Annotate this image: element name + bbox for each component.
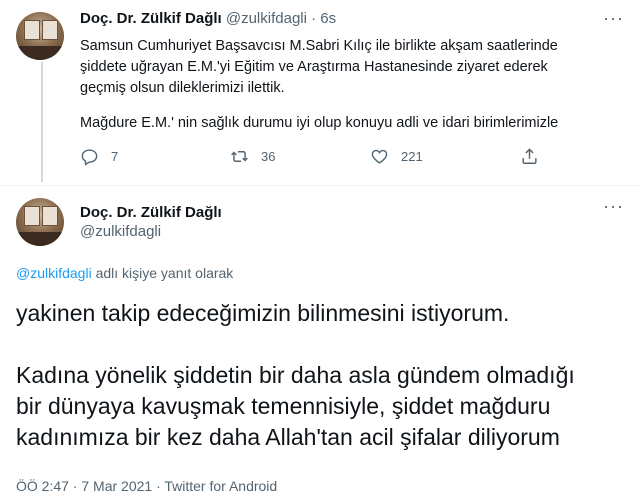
retweet-count: 36 xyxy=(261,149,276,164)
avatar-photo-detail xyxy=(24,206,40,226)
author-avatar[interactable] xyxy=(16,198,64,246)
tweet-text-line: kadınımıza bir kez daha Allah'tan acil ş… xyxy=(16,424,560,450)
tweet-text-line: Samsun Cumhuriyet Başsavcısı M.Sabri Kıl… xyxy=(80,38,558,54)
author-name[interactable]: Doç. Dr. Zülkif Dağlı xyxy=(80,10,222,27)
retweet-button[interactable]: 36 xyxy=(230,147,275,166)
more-icon[interactable]: ··· xyxy=(603,196,624,217)
reply-handle-link[interactable]: @zulkifdagli xyxy=(16,265,92,281)
reply-context: @zulkifdagli adlı kişiye yanıt olarak xyxy=(16,265,233,281)
like-count: 221 xyxy=(401,149,423,164)
tweet-text-line: Mağdure E.M.' nin sağlık durumu iyi olup… xyxy=(80,115,559,131)
thread-connector xyxy=(41,62,43,182)
reply-count: 7 xyxy=(111,149,119,164)
tweet-actions: 7 36 221 xyxy=(80,147,560,171)
author-avatar[interactable] xyxy=(16,12,64,60)
avatar-photo-detail xyxy=(42,206,58,226)
separator-dot: · xyxy=(311,10,317,27)
tweet-text-line: bir dünyaya kavuşmak temennisiyle, şidde… xyxy=(16,393,551,419)
share-button[interactable] xyxy=(520,147,551,166)
author-handle[interactable]: @zulkifdagli xyxy=(80,223,161,240)
tweet-time[interactable]: 6s xyxy=(320,10,336,27)
reply-icon xyxy=(81,149,98,166)
like-button[interactable]: 221 xyxy=(370,147,423,166)
retweet-icon xyxy=(231,151,248,162)
tweet-text-line: yakinen takip edeceğimizin bilinmesini i… xyxy=(16,300,510,326)
tweet-text-line: şiddete uğrayan E.M.'yi Eğitim ve Araştı… xyxy=(80,59,548,75)
avatar-photo-detail xyxy=(24,20,40,40)
reply-button[interactable]: 7 xyxy=(80,147,118,166)
reply-context-text: adlı kişiye yanıt olarak xyxy=(91,265,234,281)
share-icon xyxy=(522,148,537,164)
more-icon[interactable]: ··· xyxy=(603,8,624,29)
tweet-text-line: geçmiş olsun dileklerimizi ilettik. xyxy=(80,80,285,96)
like-icon xyxy=(371,149,388,164)
avatar-photo-detail xyxy=(16,232,64,246)
author-handle[interactable]: @zulkifdagli xyxy=(226,10,307,27)
tweet-text-line: Kadına yönelik şiddetin bir daha asla gü… xyxy=(16,362,575,388)
tweet-text: yakinen takip edeceğimizin bilinmesini i… xyxy=(16,298,631,453)
avatar-photo-detail xyxy=(42,20,58,40)
tweet-text: Samsun Cumhuriyet Başsavcısı M.Sabri Kıl… xyxy=(80,36,625,134)
tweet-divider xyxy=(0,185,640,186)
avatar-photo-detail xyxy=(16,46,64,60)
tweet-meta[interactable]: ÖÖ 2:47 · 7 Mar 2021 · Twitter for Andro… xyxy=(16,478,277,494)
tweet-header: Doç. Dr. Zülkif Dağlı @zulkifdagli · 6s xyxy=(80,10,336,27)
tweet-1[interactable]: Doç. Dr. Zülkif Dağlı @zulkifdagli · 6s … xyxy=(0,0,640,185)
author-name[interactable]: Doç. Dr. Zülkif Dağlı xyxy=(80,204,222,221)
